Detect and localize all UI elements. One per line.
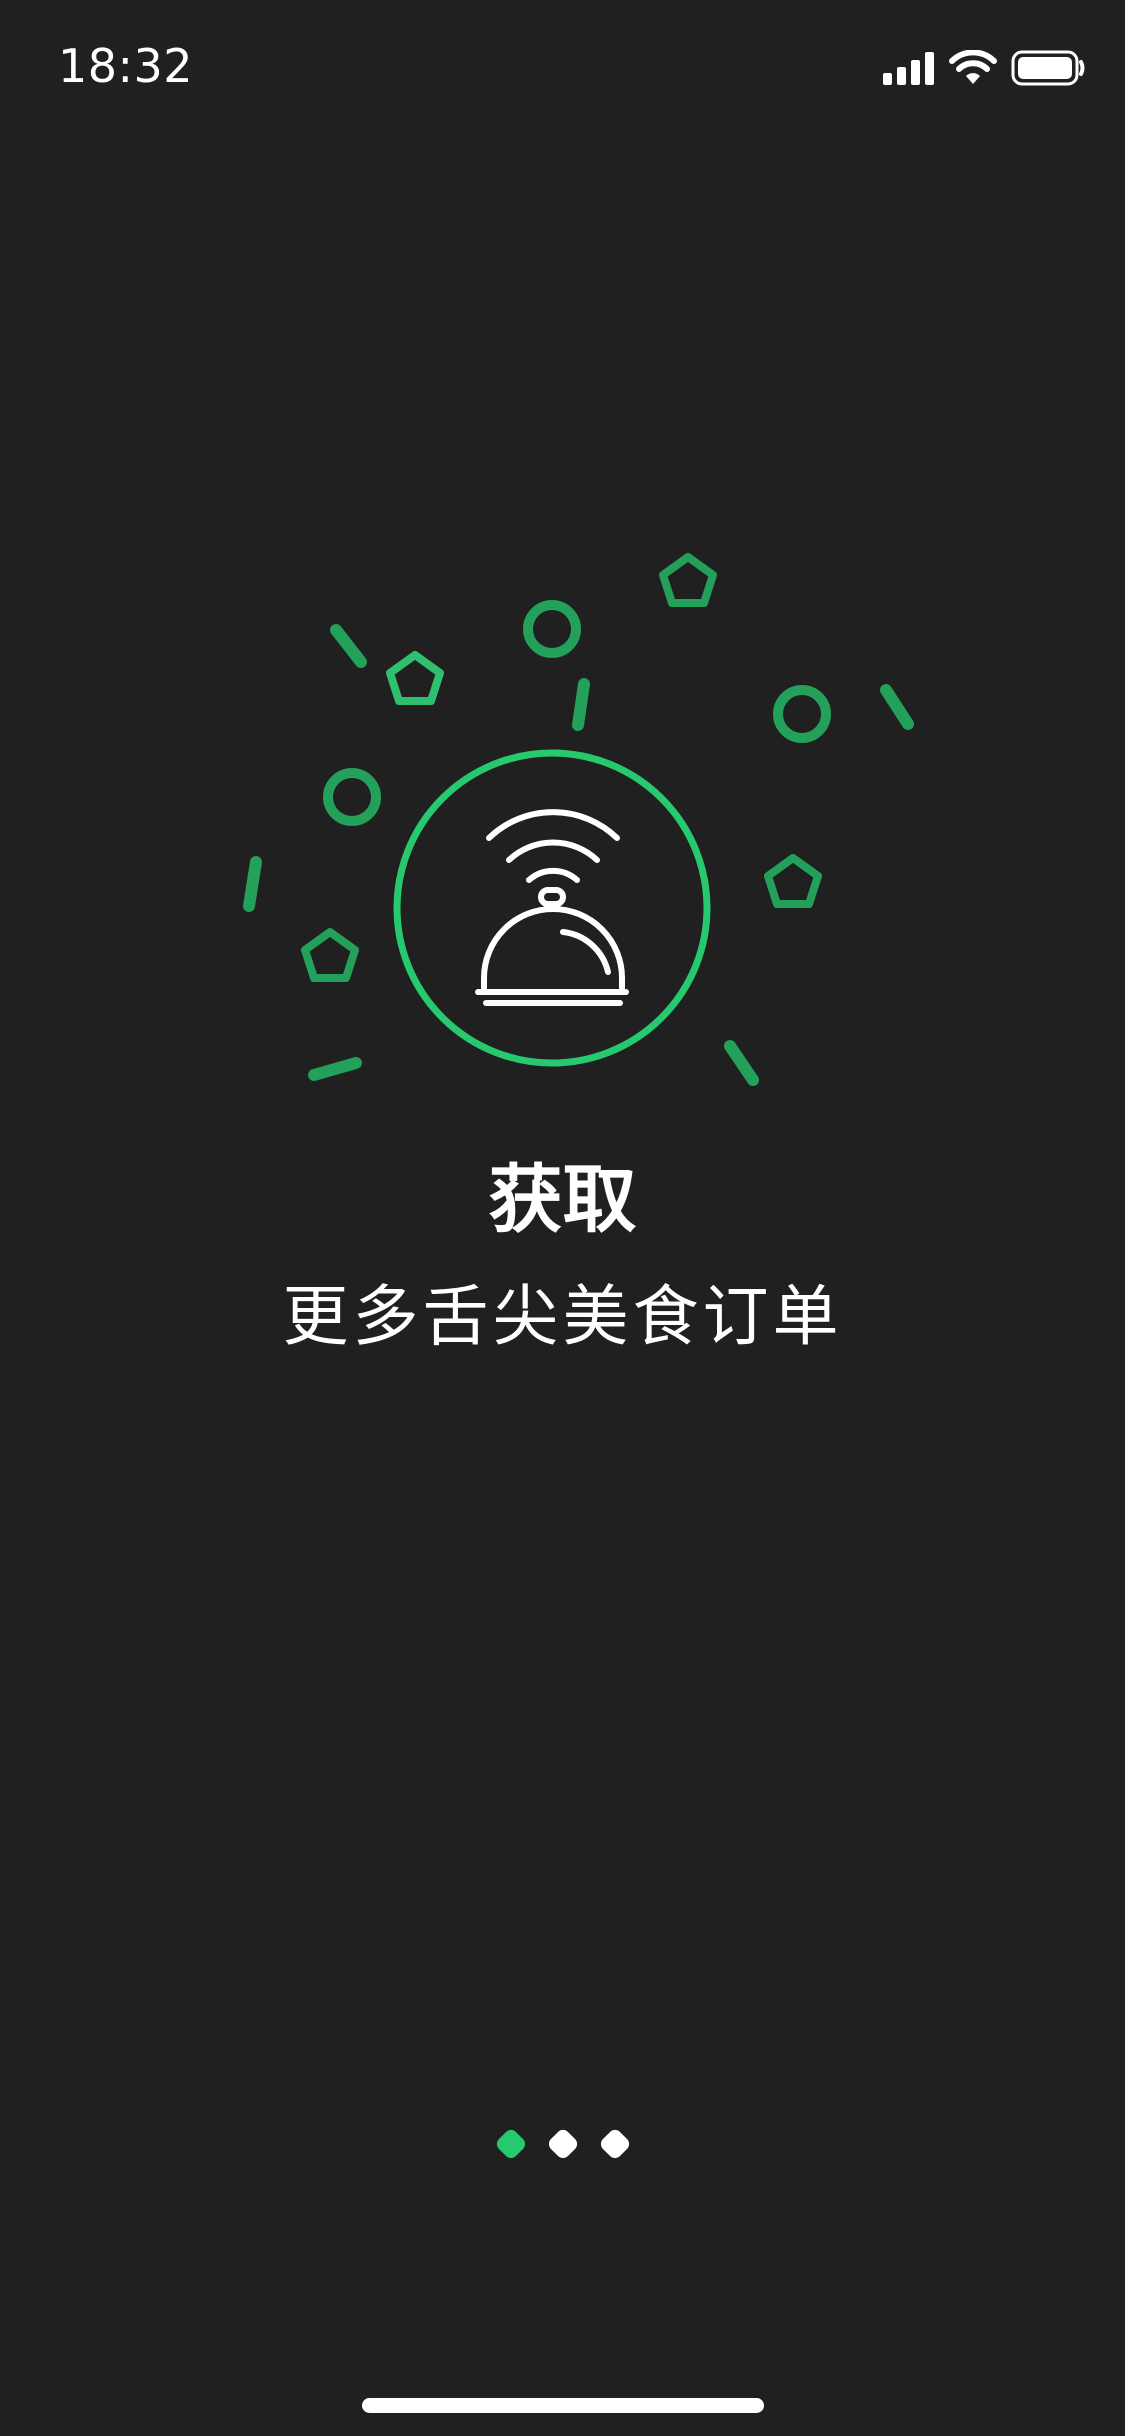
page-indicator[interactable] bbox=[0, 2127, 1125, 2161]
confetti-circle-icon bbox=[323, 768, 381, 826]
service-bell-wifi-icon bbox=[475, 809, 629, 1006]
confetti-circle-icon bbox=[773, 685, 831, 743]
confetti-stick-icon bbox=[243, 856, 262, 912]
confetti-stick-icon bbox=[308, 1057, 362, 1081]
page-dot-3[interactable] bbox=[597, 2127, 632, 2161]
confetti-stick-icon bbox=[880, 684, 914, 730]
onboarding-illustration bbox=[243, 553, 914, 1086]
confetti-stick-icon bbox=[572, 678, 590, 731]
home-indicator[interactable] bbox=[362, 2398, 764, 2413]
page-dot-2[interactable] bbox=[545, 2127, 580, 2161]
onboarding-subtitle: 更多舌尖美食订单 bbox=[282, 1278, 843, 1355]
confetti-pentagon-icon bbox=[301, 928, 359, 982]
confetti-pentagon-icon bbox=[764, 854, 822, 908]
onboarding-title: 获取 bbox=[488, 1157, 637, 1243]
confetti-pentagon-icon bbox=[659, 553, 717, 607]
page-dot-1[interactable] bbox=[493, 2127, 528, 2161]
confetti-stick-icon bbox=[724, 1040, 759, 1086]
confetti-stick-icon bbox=[330, 624, 367, 668]
confetti-pentagon-icon bbox=[386, 651, 444, 705]
confetti-circle-icon bbox=[523, 600, 581, 658]
